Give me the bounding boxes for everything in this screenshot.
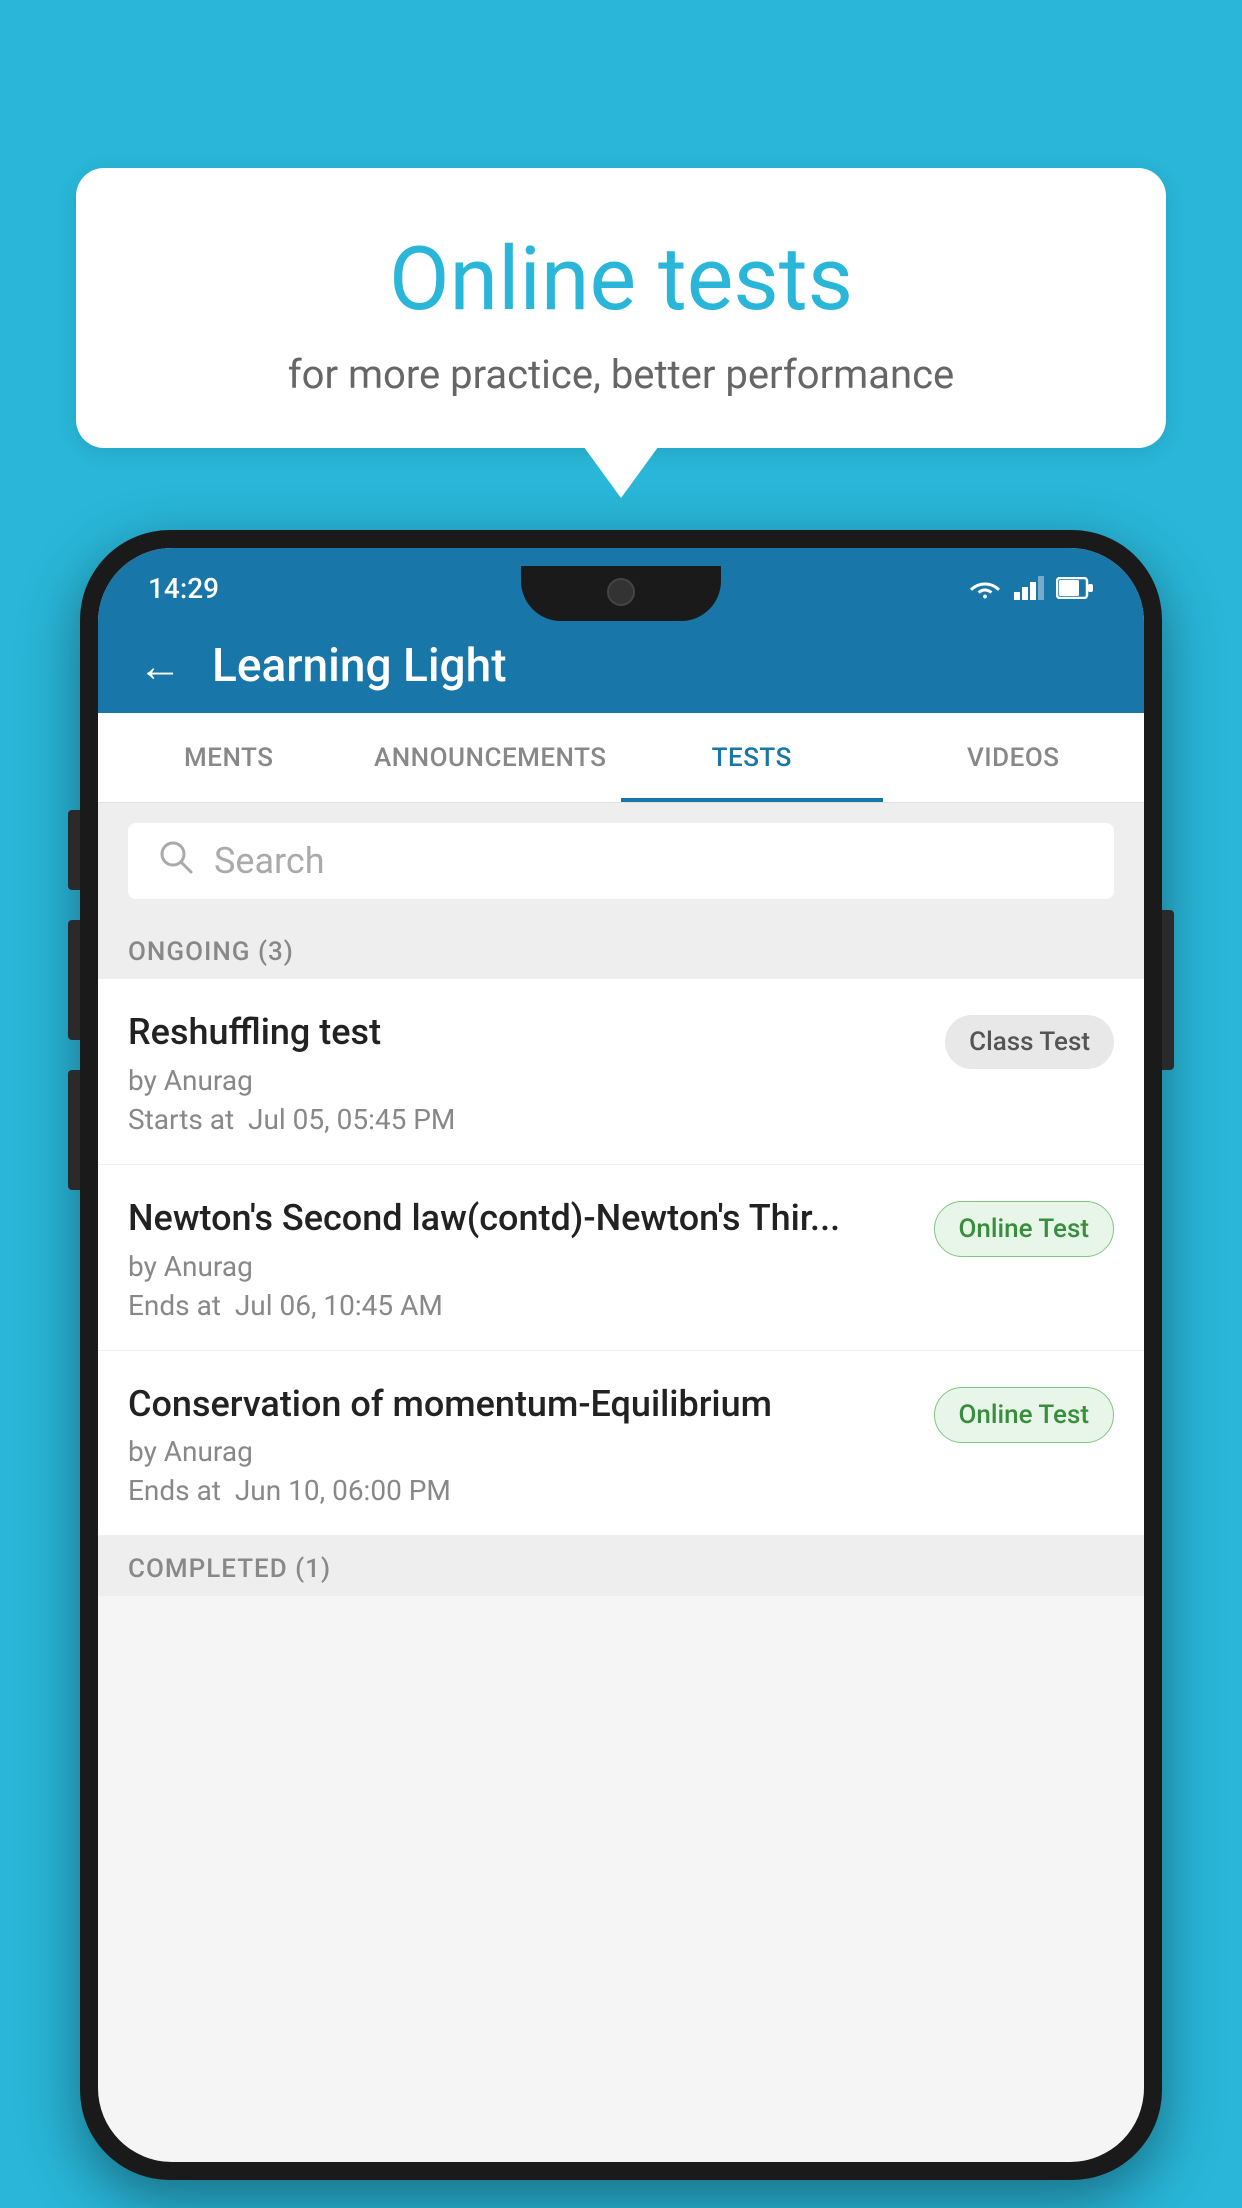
tab-announcements[interactable]: ANNOUNCEMENTS — [360, 713, 622, 802]
app-title: Learning Light — [212, 639, 507, 693]
test-date: Starts at Jul 05, 05:45 PM — [128, 1103, 925, 1136]
test-info: Reshuffling test by Anurag Starts at Jul… — [128, 1009, 945, 1136]
bubble-title: Online tests — [126, 228, 1116, 331]
app-header: ← Learning Light — [98, 618, 1144, 713]
phone-btn-volume-up — [68, 920, 80, 1040]
status-icons — [968, 576, 1094, 600]
test-by: by Anurag — [128, 1064, 925, 1097]
test-name: Reshuffling test — [128, 1009, 925, 1056]
search-bar[interactable]: Search — [128, 823, 1114, 899]
test-item[interactable]: Reshuffling test by Anurag Starts at Jul… — [98, 979, 1144, 1165]
signal-icon — [1014, 576, 1044, 600]
tab-tests[interactable]: TESTS — [621, 713, 883, 802]
bubble-subtitle: for more practice, better performance — [126, 351, 1116, 398]
phone-camera — [607, 578, 635, 606]
completed-label: COMPLETED (1) — [128, 1554, 331, 1584]
test-name: Conservation of momentum-Equilibrium — [128, 1381, 914, 1428]
test-by: by Anurag — [128, 1435, 914, 1468]
tests-list: Reshuffling test by Anurag Starts at Jul… — [98, 979, 1144, 1536]
test-name: Newton's Second law(contd)-Newton's Thir… — [128, 1195, 914, 1242]
test-badge-class: Class Test — [945, 1015, 1114, 1069]
search-placeholder: Search — [214, 840, 325, 882]
search-container: Search — [98, 803, 1144, 919]
tab-ments[interactable]: MENTS — [98, 713, 360, 802]
test-info: Newton's Second law(contd)-Newton's Thir… — [128, 1195, 934, 1322]
phone-wrapper: 14:29 — [80, 530, 1162, 2208]
test-info: Conservation of momentum-Equilibrium by … — [128, 1381, 934, 1508]
test-badge-online: Online Test — [934, 1387, 1115, 1443]
test-badge-online: Online Test — [934, 1201, 1115, 1257]
phone-btn-volume-down — [68, 1070, 80, 1190]
phone-screen: 14:29 — [98, 548, 1144, 2162]
phone-btn-power — [1162, 910, 1174, 1070]
test-item[interactable]: Conservation of momentum-Equilibrium by … — [98, 1351, 1144, 1537]
status-time: 14:29 — [148, 572, 219, 605]
tab-videos[interactable]: VIDEOS — [883, 713, 1145, 802]
completed-section-header: COMPLETED (1) — [98, 1536, 1144, 1596]
test-by: by Anurag — [128, 1250, 914, 1283]
phone-outer: 14:29 — [80, 530, 1162, 2180]
back-button[interactable]: ← — [138, 644, 182, 688]
battery-icon — [1056, 577, 1094, 599]
phone-btn-volume-mute — [68, 810, 80, 890]
ongoing-section-header: ONGOING (3) — [98, 919, 1144, 979]
ongoing-label: ONGOING (3) — [128, 937, 294, 967]
test-date: Ends at Jul 06, 10:45 AM — [128, 1289, 914, 1322]
phone-notch — [521, 566, 721, 621]
search-icon — [158, 838, 194, 885]
speech-bubble: Online tests for more practice, better p… — [76, 168, 1166, 448]
test-item[interactable]: Newton's Second law(contd)-Newton's Thir… — [98, 1165, 1144, 1351]
test-date: Ends at Jun 10, 06:00 PM — [128, 1474, 914, 1507]
tabs-bar: MENTS ANNOUNCEMENTS TESTS VIDEOS — [98, 713, 1144, 803]
wifi-icon — [968, 576, 1002, 600]
